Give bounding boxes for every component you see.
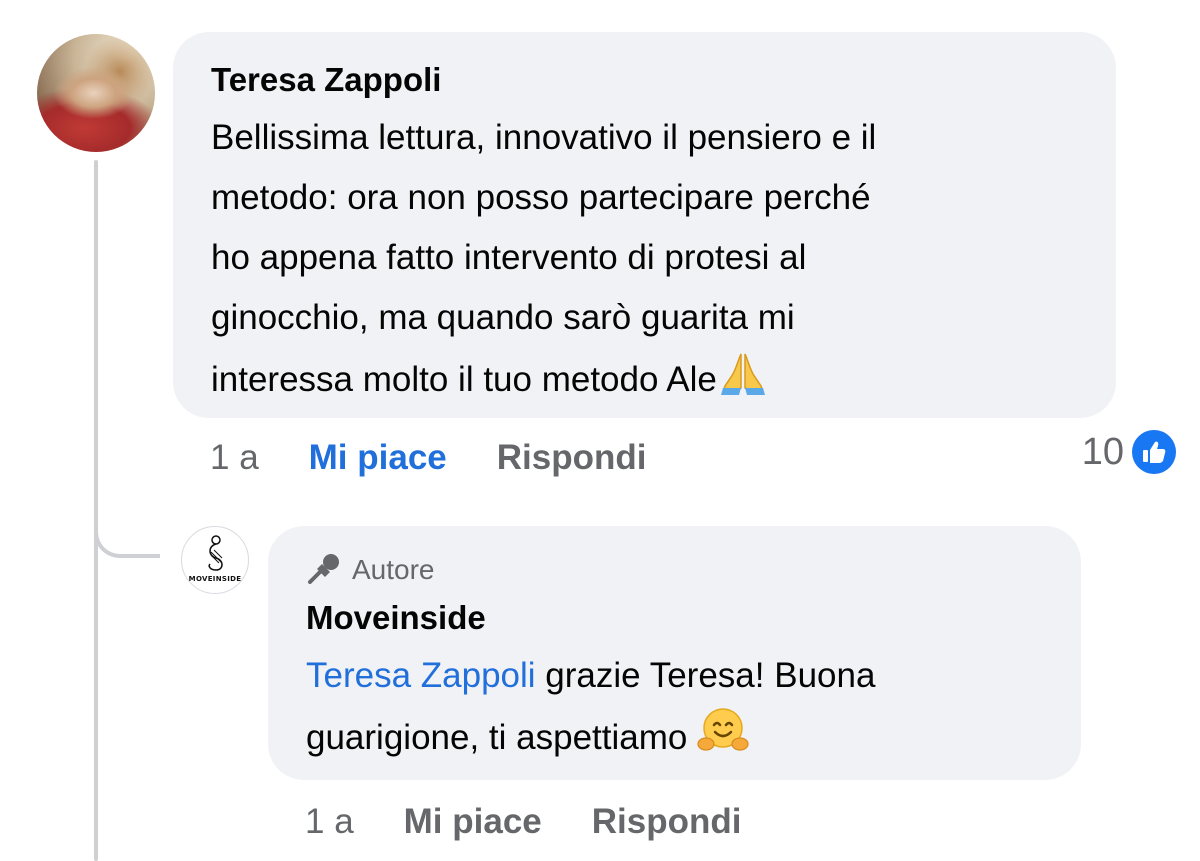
reaction-count: 10 — [1081, 430, 1124, 473]
comment-text-line: interessa molto il tuo metodo Ale — [211, 348, 1078, 415]
reply-author[interactable]: Moveinside — [306, 598, 1043, 638]
moveinside-logo-icon — [208, 535, 223, 571]
reply-like-button[interactable]: Mi piace — [404, 802, 542, 842]
reply-reply-button[interactable]: Rispondi — [592, 802, 742, 842]
reply-text: Teresa Zappoli grazie Teresa! Buona guar… — [306, 646, 1043, 773]
mention-link[interactable]: Teresa Zappoli — [306, 656, 536, 695]
comment-text-line: metodo: ora non posso partecipare perché — [211, 178, 871, 217]
reply-bubble: Autore Moveinside Teresa Zappoli grazie … — [268, 526, 1081, 780]
thumbs-up-icon — [1132, 430, 1176, 474]
author-badge: Autore — [306, 552, 1043, 589]
avatar-teresa-zappoli[interactable] — [37, 34, 155, 152]
comment-text-line: ho appena fatto intervento di protesi al — [211, 238, 807, 277]
comment-bubble: Teresa Zappoli Bellissima lettura, innov… — [173, 32, 1116, 418]
comment-reactions[interactable]: 10 — [1082, 430, 1176, 474]
reply-text-line: guarigione, ti aspettiamo — [306, 706, 1043, 773]
folded-hands-icon — [717, 348, 769, 415]
comment-actions: 1 a Mi piace Rispondi — [210, 438, 696, 478]
comment-reply-button[interactable]: Rispondi — [497, 438, 647, 478]
reply-connector-line — [94, 470, 160, 558]
comment-text-line-end: interessa molto il tuo metodo Ale — [211, 359, 717, 399]
hugging-face-icon — [697, 706, 749, 773]
comment-like-button[interactable]: Mi piace — [309, 438, 447, 478]
reply-text-first: grazie Teresa! Buona — [535, 656, 876, 695]
comment-text-line: ginocchio, ma quando sarò guarita mi — [211, 298, 795, 337]
reply-actions: 1 a Mi piace Rispondi — [305, 802, 791, 842]
avatar-moveinside[interactable]: MOVEINSIDE — [181, 526, 249, 594]
author-badge-label: Autore — [352, 554, 435, 585]
comment-author[interactable]: Teresa Zappoli — [211, 60, 1078, 100]
reply-time[interactable]: 1 a — [305, 802, 354, 842]
comment-time[interactable]: 1 a — [210, 438, 259, 478]
reply-text-line: Teresa Zappoli grazie Teresa! Buona — [306, 646, 1043, 706]
moveinside-logo-text: MOVEINSIDE — [188, 575, 242, 583]
comment-text-line: Bellissima lettura, innovativo il pensie… — [211, 118, 877, 157]
comment-text: Bellissima lettura, innovativo il pensie… — [211, 108, 1078, 415]
microphone-icon — [306, 552, 342, 589]
reply-text-second: guarigione, ti aspettiamo — [306, 717, 688, 757]
